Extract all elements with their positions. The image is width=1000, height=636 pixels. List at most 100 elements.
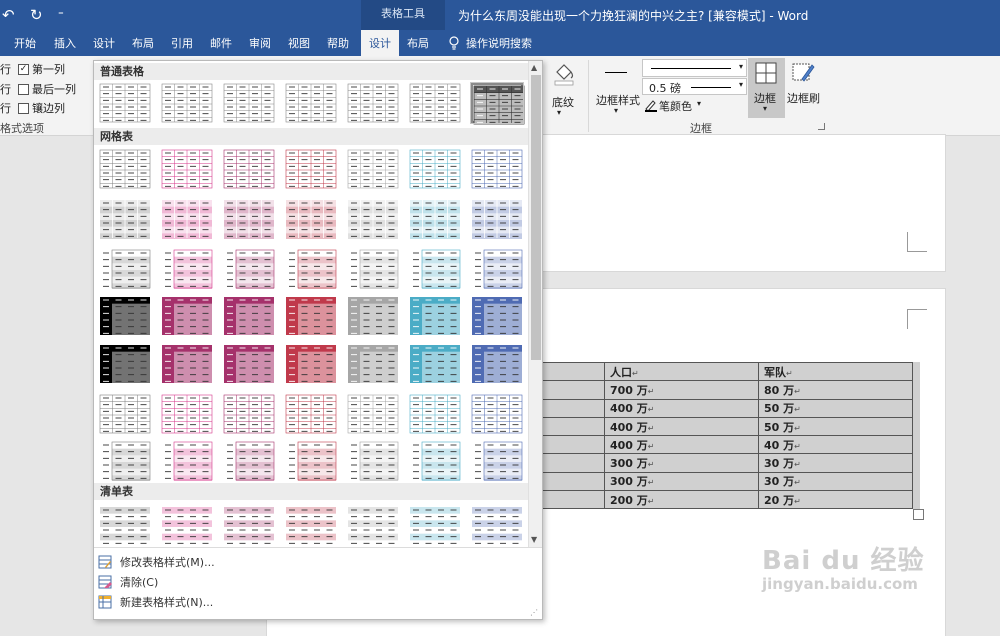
table-cell[interactable]: 30 万↵ [758, 471, 913, 492]
undo-icon[interactable]: ↶ [2, 6, 15, 24]
table-cell[interactable]: 200 万↵ [604, 490, 759, 510]
list-table-style-thumbnail[interactable] [409, 506, 461, 546]
last-column-option[interactable]: 最后一列 [18, 81, 76, 97]
grid-table-style-thumbnail[interactable] [285, 296, 337, 336]
border-painter-button[interactable]: 边框刷 [786, 58, 822, 118]
last-column-checkbox[interactable] [18, 83, 29, 95]
borders-button[interactable]: 边框 ▾ [748, 58, 785, 118]
table-cell[interactable]: 30 万↵ [758, 453, 913, 473]
grid-table-style-thumbnail[interactable] [223, 441, 275, 481]
banded-rows-option[interactable]: 行 [0, 100, 11, 116]
tab-home[interactable]: 开始 [14, 35, 36, 51]
gallery-resize-grip-icon[interactable]: ⋰ [530, 608, 538, 617]
plain-table-style-thumbnail[interactable] [470, 82, 525, 125]
shading-dropdown-icon[interactable]: ▾ [557, 108, 561, 117]
pen-weight-select[interactable]: 0.5 磅 ▾ [642, 78, 747, 95]
grid-table-style-thumbnail[interactable] [99, 394, 151, 434]
grid-table-style-thumbnail[interactable] [223, 149, 275, 189]
grid-table-style-thumbnail[interactable] [161, 441, 213, 481]
grid-table-style-thumbnail[interactable] [99, 149, 151, 189]
grid-table-style-thumbnail[interactable] [347, 394, 399, 434]
gallery-scrollbar[interactable]: ▲ ▼ [528, 61, 542, 547]
shading-button[interactable]: 底纹 ▾ [545, 60, 579, 120]
grid-table-style-thumbnail[interactable] [161, 199, 213, 239]
grid-table-style-thumbnail[interactable] [347, 199, 399, 239]
plain-table-style-thumbnail[interactable] [347, 83, 399, 123]
pen-weight-dropdown-icon[interactable]: ▾ [739, 80, 743, 89]
tell-me-search[interactable]: 操作说明搜索 [448, 35, 532, 51]
tab-view[interactable]: 视图 [288, 35, 310, 51]
pen-color-button[interactable]: 笔颜色 ▾ [642, 98, 712, 114]
tab-review[interactable]: 审阅 [249, 35, 271, 51]
tab-help[interactable]: 帮助 [327, 35, 349, 51]
list-table-style-thumbnail[interactable] [161, 506, 213, 546]
scroll-up-icon[interactable]: ▲ [531, 63, 537, 72]
tab-table-design[interactable]: 设计 [361, 30, 399, 56]
tab-references[interactable]: 引用 [171, 35, 193, 51]
document-table[interactable]: 人口↵ 军队↵ 700 万↵ 80 万↵ 400 万↵ 50 万↵ 400 万↵ 50 万↵ 4… [540, 361, 913, 510]
grid-table-style-thumbnail[interactable] [285, 394, 337, 434]
banded-columns-checkbox[interactable] [18, 102, 29, 114]
table-cell[interactable]: 300 万↵ [604, 471, 759, 492]
tab-layout[interactable]: 布局 [132, 35, 154, 51]
grid-table-style-thumbnail[interactable] [285, 344, 337, 384]
plain-table-style-thumbnail[interactable] [161, 83, 213, 123]
table-cell[interactable]: 军队↵ [758, 361, 913, 382]
grid-table-style-thumbnail[interactable] [347, 296, 399, 336]
grid-table-style-thumbnail[interactable] [99, 344, 151, 384]
plain-table-style-thumbnail[interactable] [409, 83, 461, 123]
pen-style-dropdown-icon[interactable]: ▾ [739, 62, 743, 71]
list-table-style-thumbnail[interactable] [347, 506, 399, 546]
table-cell-hidden[interactable] [540, 453, 605, 473]
grid-table-style-thumbnail[interactable] [409, 249, 461, 289]
redo-icon[interactable]: ↻ [30, 6, 43, 24]
grid-table-style-thumbnail[interactable] [285, 441, 337, 481]
table-cell[interactable]: 20 万↵ [758, 490, 913, 510]
list-table-style-thumbnail[interactable] [285, 506, 337, 546]
clear-table-style-item[interactable]: 清除(C) [98, 572, 538, 592]
grid-table-style-thumbnail[interactable] [471, 296, 523, 336]
tab-insert[interactable]: 插入 [54, 35, 76, 51]
grid-table-style-thumbnail[interactable] [409, 199, 461, 239]
table-cell[interactable]: 80 万↵ [758, 380, 913, 400]
grid-table-style-thumbnail[interactable] [223, 344, 275, 384]
table-cell[interactable]: 50 万↵ [758, 416, 913, 437]
customize-quick-access-icon[interactable]: ⁼ [58, 8, 64, 21]
grid-table-style-thumbnail[interactable] [161, 296, 213, 336]
table-cell-hidden[interactable] [540, 435, 605, 455]
first-column-option[interactable]: ✓ 第一列 [18, 61, 65, 77]
grid-table-style-thumbnail[interactable] [99, 441, 151, 481]
table-cell[interactable]: 400 万↵ [604, 435, 759, 455]
table-style-gallery[interactable]: 普通表格 网格表 清单表 ▲ ▼ 修改表格样式(M)... 清除(C) 新建表格… [93, 60, 543, 620]
scroll-down-icon[interactable]: ▼ [531, 535, 537, 544]
plain-table-style-thumbnail[interactable] [285, 83, 337, 123]
table-resize-handle[interactable] [913, 509, 924, 520]
total-row-option[interactable]: 行 [0, 81, 11, 97]
grid-table-style-thumbnail[interactable] [471, 394, 523, 434]
table-cell-hidden[interactable] [540, 471, 605, 492]
grid-table-style-thumbnail[interactable] [223, 394, 275, 434]
gallery-scroll-thumb[interactable] [531, 75, 541, 360]
plain-table-style-thumbnail[interactable] [223, 83, 275, 123]
table-cell[interactable]: 300 万↵ [604, 453, 759, 473]
table-cell-hidden[interactable] [540, 416, 605, 437]
grid-table-style-thumbnail[interactable] [99, 296, 151, 336]
grid-table-style-thumbnail[interactable] [347, 249, 399, 289]
grid-table-style-thumbnail[interactable] [99, 199, 151, 239]
grid-table-style-thumbnail[interactable] [347, 344, 399, 384]
modify-table-style-item[interactable]: 修改表格样式(M)... [98, 552, 538, 572]
border-styles-button[interactable]: 边框样式 ▾ [596, 60, 640, 120]
grid-table-style-thumbnail[interactable] [347, 149, 399, 189]
grid-table-style-thumbnail[interactable] [161, 344, 213, 384]
list-table-style-thumbnail[interactable] [99, 506, 151, 546]
grid-table-style-thumbnail[interactable] [409, 441, 461, 481]
header-row-option[interactable]: 行 [0, 61, 11, 77]
grid-table-style-thumbnail[interactable] [223, 199, 275, 239]
list-table-style-thumbnail[interactable] [471, 506, 523, 546]
table-cell-hidden[interactable] [540, 398, 605, 418]
table-cell[interactable]: 50 万↵ [758, 398, 913, 418]
table-cell[interactable]: 人口↵ [604, 361, 759, 382]
grid-table-style-thumbnail[interactable] [285, 149, 337, 189]
grid-table-style-thumbnail[interactable] [471, 199, 523, 239]
grid-table-style-thumbnail[interactable] [471, 441, 523, 481]
